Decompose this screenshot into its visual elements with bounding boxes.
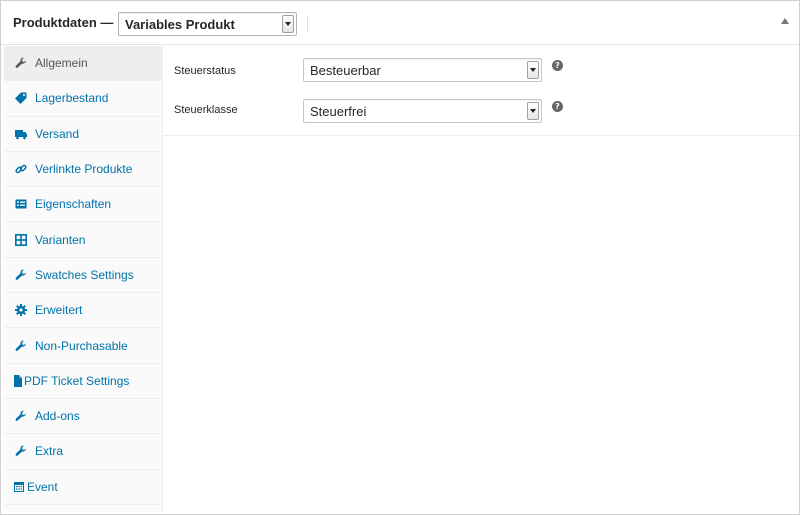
tab-verlinkte-produkte[interactable]: Verlinkte Produkte	[4, 152, 162, 188]
product-data-panel: Produktdaten — Variables Produkt Allgeme…	[0, 0, 800, 515]
chevron-down-icon	[527, 102, 539, 120]
chevron-down-icon	[527, 61, 539, 79]
product-type-value: Variables Produkt	[125, 17, 235, 32]
link-icon	[14, 162, 28, 176]
header-divider	[307, 17, 308, 31]
tab-label: Varianten	[35, 232, 86, 247]
wrench-icon	[14, 56, 28, 70]
tab-extra[interactable]: Extra	[4, 434, 162, 470]
tab-label: Non-Purchasable	[35, 338, 128, 353]
tab-label: Allgemein	[35, 56, 88, 71]
tab-label: Verlinkte Produkte	[35, 162, 133, 177]
tab-label: Add-ons	[35, 409, 80, 424]
truck-icon	[14, 127, 28, 141]
tab-erweitert[interactable]: Erweitert	[4, 293, 162, 329]
tax-class-label: Steuerklasse	[174, 104, 238, 116]
wrench-icon	[14, 444, 28, 458]
wrench-icon	[14, 339, 28, 353]
chevron-down-icon	[282, 15, 294, 33]
tab-label: Extra	[35, 444, 64, 459]
tag-icon	[14, 91, 28, 105]
wrench-icon	[14, 409, 28, 423]
document-icon	[14, 374, 22, 388]
tab-lagerbestand[interactable]: Lagerbestand	[4, 81, 162, 117]
tab-pdf-ticket-settings[interactable]: PDF Ticket Settings	[4, 364, 162, 399]
panel-header: Produktdaten — Variables Produkt	[1, 1, 799, 45]
tab-versand[interactable]: Versand	[4, 117, 162, 152]
tab-swatches-settings[interactable]: Swatches Settings	[4, 258, 162, 294]
help-icon[interactable]: ?	[552, 60, 563, 71]
tab-label: Lagerbestand	[35, 91, 109, 106]
tab-label: Swatches Settings	[35, 267, 134, 282]
tab-non-purchasable[interactable]: Non-Purchasable	[4, 328, 162, 364]
tax-status-select[interactable]: Besteuerbar	[303, 58, 542, 82]
tax-class-value: Steuerfrei	[310, 104, 367, 119]
general-options-panel: Steuerstatus Besteuerbar ? Steuerklasse …	[163, 46, 799, 136]
calendar-icon	[14, 480, 24, 494]
wrench-icon	[14, 268, 28, 282]
product-data-tabs: Allgemein Lagerbestand Versand Verlinkte…	[4, 46, 163, 512]
tab-add-ons[interactable]: Add-ons	[4, 399, 162, 435]
tax-class-select[interactable]: Steuerfrei	[303, 99, 542, 123]
tab-label: Eigenschaften	[35, 197, 112, 212]
tab-event[interactable]: Event	[4, 470, 162, 505]
tab-allgemein[interactable]: Allgemein	[4, 46, 162, 82]
grid-icon	[14, 233, 28, 247]
tab-label: Erweitert	[35, 303, 83, 318]
panel-title: Produktdaten —	[13, 15, 114, 30]
help-icon[interactable]: ?	[552, 101, 563, 112]
tab-label: Event	[27, 479, 58, 494]
list-card-icon	[14, 197, 28, 211]
product-type-select[interactable]: Variables Produkt	[118, 12, 297, 36]
tab-varianten[interactable]: Varianten	[4, 222, 162, 258]
collapse-arrow-icon[interactable]	[781, 18, 789, 24]
tax-status-label: Steuerstatus	[174, 65, 236, 77]
tab-label: PDF Ticket Settings	[24, 373, 130, 388]
tab-eigenschaften[interactable]: Eigenschaften	[4, 187, 162, 223]
tab-label: Versand	[35, 126, 80, 141]
tax-status-value: Besteuerbar	[310, 63, 381, 78]
gear-icon	[14, 303, 28, 317]
